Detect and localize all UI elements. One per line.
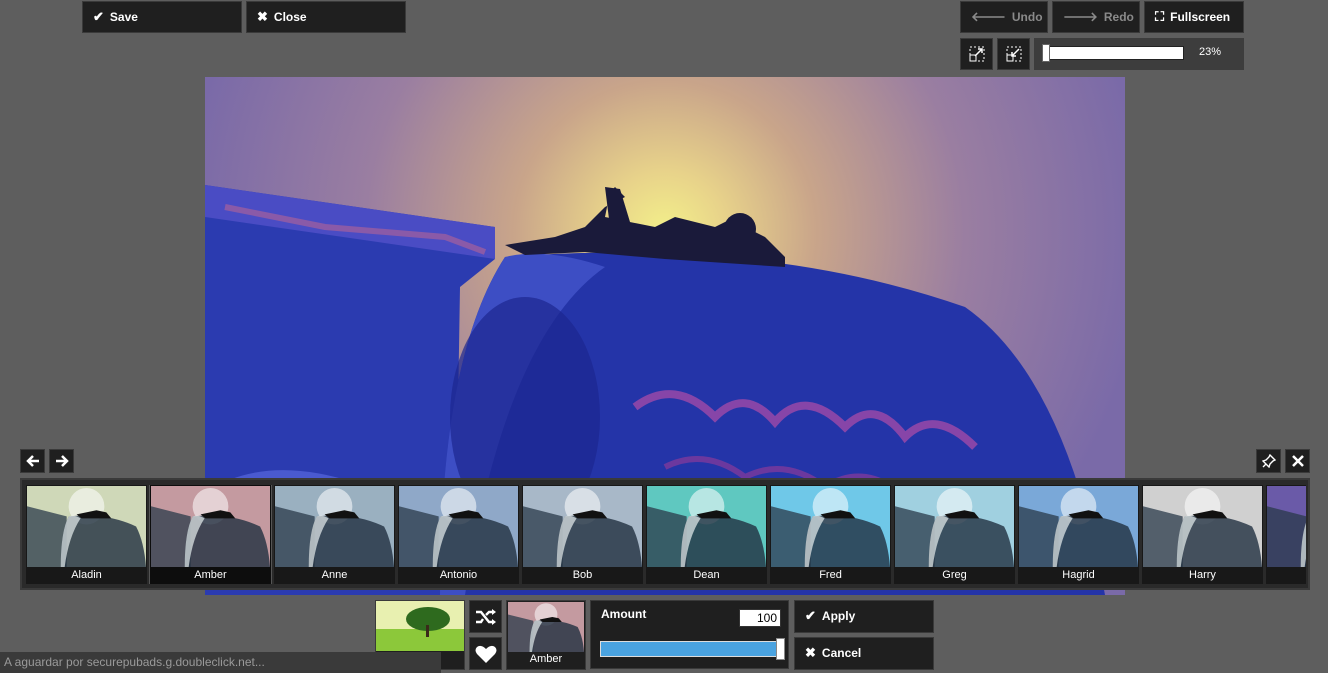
shrink-icon: [969, 46, 984, 62]
filter-thumb-fred[interactable]: Fred: [770, 485, 891, 584]
selected-filter-label: Amber: [529, 653, 563, 665]
filter-label: Dean: [693, 569, 720, 581]
filter-preview: [151, 486, 270, 567]
filter-preview: [1143, 486, 1262, 567]
amount-slider[interactable]: [600, 641, 782, 657]
zoom-slider[interactable]: [1042, 46, 1184, 60]
undo-button[interactable]: 🡐 Undo: [960, 1, 1048, 33]
undo-label: Undo: [1011, 10, 1043, 24]
filter-thumb-anne[interactable]: Anne: [274, 485, 395, 584]
check-icon: ✔: [93, 9, 104, 24]
filter-label: Greg: [942, 569, 967, 581]
pin-button[interactable]: [1256, 449, 1281, 473]
selected-filter-preview: [508, 602, 584, 652]
filter-preview: [523, 486, 642, 567]
arrow-left-icon: [25, 455, 39, 467]
amount-panel: Amount: [590, 600, 789, 669]
shuffle-icon: [475, 608, 496, 625]
apply-button[interactable]: ✔ Apply: [794, 600, 934, 633]
strip-prev-button[interactable]: [20, 449, 45, 473]
random-filter-button[interactable]: [469, 600, 502, 633]
filter-list: Aladin Amber Anne Antonio Bob Dean Fred Greg Hag…: [26, 485, 1306, 584]
zoom-slider-handle[interactable]: [1042, 44, 1050, 62]
filter-preview: [27, 486, 146, 567]
filter-preview: [647, 486, 766, 567]
filter-preview: [275, 486, 394, 567]
shrink-button[interactable]: [960, 38, 993, 70]
filter-thumb-amber[interactable]: Amber: [149, 485, 272, 584]
save-button[interactable]: ✔ Save: [82, 1, 242, 33]
cancel-button[interactable]: ✖ Cancel: [794, 637, 934, 670]
filter-label: Fred: [819, 569, 842, 581]
filter-label: Amber: [194, 569, 227, 581]
filter-thumb-harry[interactable]: Harry: [1142, 485, 1263, 584]
filter-preview: [1267, 486, 1306, 567]
favorite-button[interactable]: [469, 637, 502, 670]
x-icon: ✖: [805, 645, 816, 660]
redo-label: Redo: [1103, 10, 1134, 24]
amount-slider-handle[interactable]: [776, 638, 785, 660]
filter-thumb-hagrid[interactable]: Hagrid: [1018, 485, 1139, 584]
close-button[interactable]: ✖ Close: [246, 1, 406, 33]
x-icon: ✖: [257, 9, 268, 24]
filter-label: Harry: [1189, 569, 1216, 581]
filter-preview: [399, 486, 518, 567]
redo-button[interactable]: 🡒 Redo: [1052, 1, 1140, 33]
filter-thumb-partial[interactable]: [1266, 485, 1306, 584]
tree-thumbnail: [376, 601, 464, 651]
filter-label: Bob: [572, 569, 593, 581]
filter-preview: [895, 486, 1014, 567]
cancel-label: Cancel: [821, 646, 862, 660]
arrow-right-icon: 🡒: [1063, 9, 1098, 24]
fullscreen-button[interactable]: ⛶ Fullscreen: [1144, 1, 1244, 33]
fit-icon: [1006, 46, 1021, 62]
filter-strip: Aladin Amber Anne Antonio Bob Dean Fred Greg Hag…: [20, 478, 1310, 590]
arrow-right-icon: [55, 455, 69, 467]
amount-label: Amount: [601, 607, 647, 621]
filter-preview: [1019, 486, 1138, 567]
arrow-left-icon: 🡐: [971, 9, 1006, 24]
check-icon: ✔: [805, 608, 816, 623]
filter-thumb-antonio[interactable]: Antonio: [398, 485, 519, 584]
filter-thumb-dean[interactable]: Dean: [646, 485, 767, 584]
close-label: Close: [273, 10, 307, 24]
browser-status-bar: A aguardar por securepubads.g.doubleclic…: [0, 652, 441, 673]
selected-filter-thumb[interactable]: Amber: [506, 600, 586, 670]
apply-label: Apply: [821, 609, 856, 623]
fullscreen-label: Fullscreen: [1170, 10, 1231, 24]
pin-icon: [1261, 454, 1276, 468]
strip-close-button[interactable]: [1285, 449, 1310, 473]
fullscreen-icon: ⛶: [1155, 9, 1165, 24]
fit-button[interactable]: [997, 38, 1030, 70]
heart-icon: [475, 645, 496, 663]
strip-next-button[interactable]: [49, 449, 74, 473]
filter-label: Hagrid: [1062, 569, 1095, 581]
filter-label: Antonio: [439, 569, 478, 581]
save-label: Save: [109, 10, 138, 24]
filter-label: Anne: [321, 569, 348, 581]
filter-thumb-greg[interactable]: Greg: [894, 485, 1015, 584]
filter-thumb-aladin[interactable]: Aladin: [26, 485, 147, 584]
amount-input[interactable]: [739, 609, 781, 627]
zoom-value: 23%: [1199, 46, 1222, 58]
filter-thumb-bob[interactable]: Bob: [522, 485, 643, 584]
filter-preview: [771, 486, 890, 567]
filter-label: Aladin: [71, 569, 102, 581]
zoom-panel: 23%: [1034, 38, 1244, 70]
x-icon: [1291, 455, 1304, 467]
